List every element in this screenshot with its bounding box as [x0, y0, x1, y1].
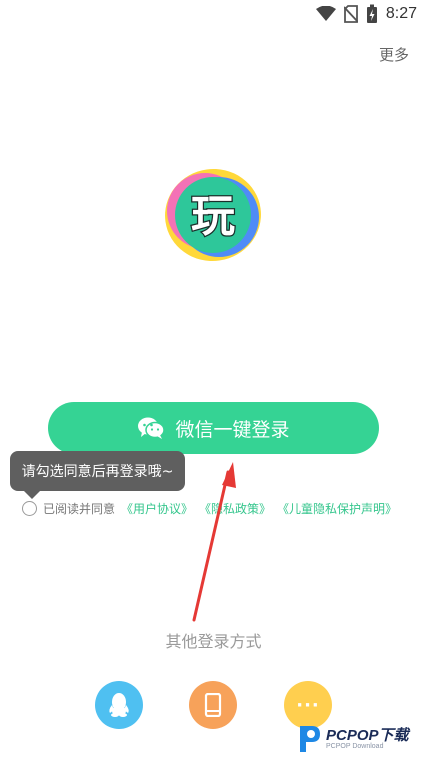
- status-time: 8:27: [385, 5, 417, 22]
- wechat-login-button[interactable]: 微信一键登录: [48, 402, 379, 454]
- agreement-row: 已阅读并同意 《用户协议》 《隐私政策》 《儿童隐私保护声明》: [22, 500, 397, 517]
- privacy-policy-link[interactable]: 《隐私政策》: [199, 500, 271, 517]
- pcpop-logo-icon: [300, 726, 320, 752]
- status-bar: 8:27: [0, 0, 427, 30]
- status-icons: 8:27: [315, 4, 417, 24]
- phone-login-button[interactable]: [189, 681, 237, 729]
- agreement-prefix: 已阅读并同意: [43, 502, 116, 516]
- watermark-subtext: PCPOP Download: [326, 743, 384, 750]
- qq-login-button[interactable]: [95, 681, 143, 729]
- pcpop-watermark: PCPOP下载 PCPOP Download: [296, 722, 426, 756]
- more-button[interactable]: 更多: [379, 44, 409, 65]
- child-privacy-link[interactable]: 《儿童隐私保护声明》: [277, 500, 397, 517]
- battery-charging-icon: [366, 4, 377, 23]
- phone-icon: [204, 693, 222, 717]
- more-dots-icon: ···: [296, 694, 320, 716]
- wechat-icon: [138, 417, 166, 439]
- agree-checkbox[interactable]: [22, 501, 37, 516]
- wifi-icon: [315, 6, 336, 21]
- user-agreement-link[interactable]: 《用户协议》: [121, 500, 193, 517]
- other-login-title: 其他登录方式: [165, 632, 262, 651]
- no-sim-icon: [343, 5, 358, 23]
- logo-glyph: 玩: [191, 191, 235, 242]
- watermark-text: PCPOP下载: [326, 727, 409, 744]
- qq-icon: [109, 693, 129, 717]
- app-logo: 玩: [165, 168, 261, 262]
- agree-tooltip: 请勾选同意后再登录哦~: [10, 451, 185, 499]
- wechat-login-label: 微信一键登录: [175, 418, 290, 441]
